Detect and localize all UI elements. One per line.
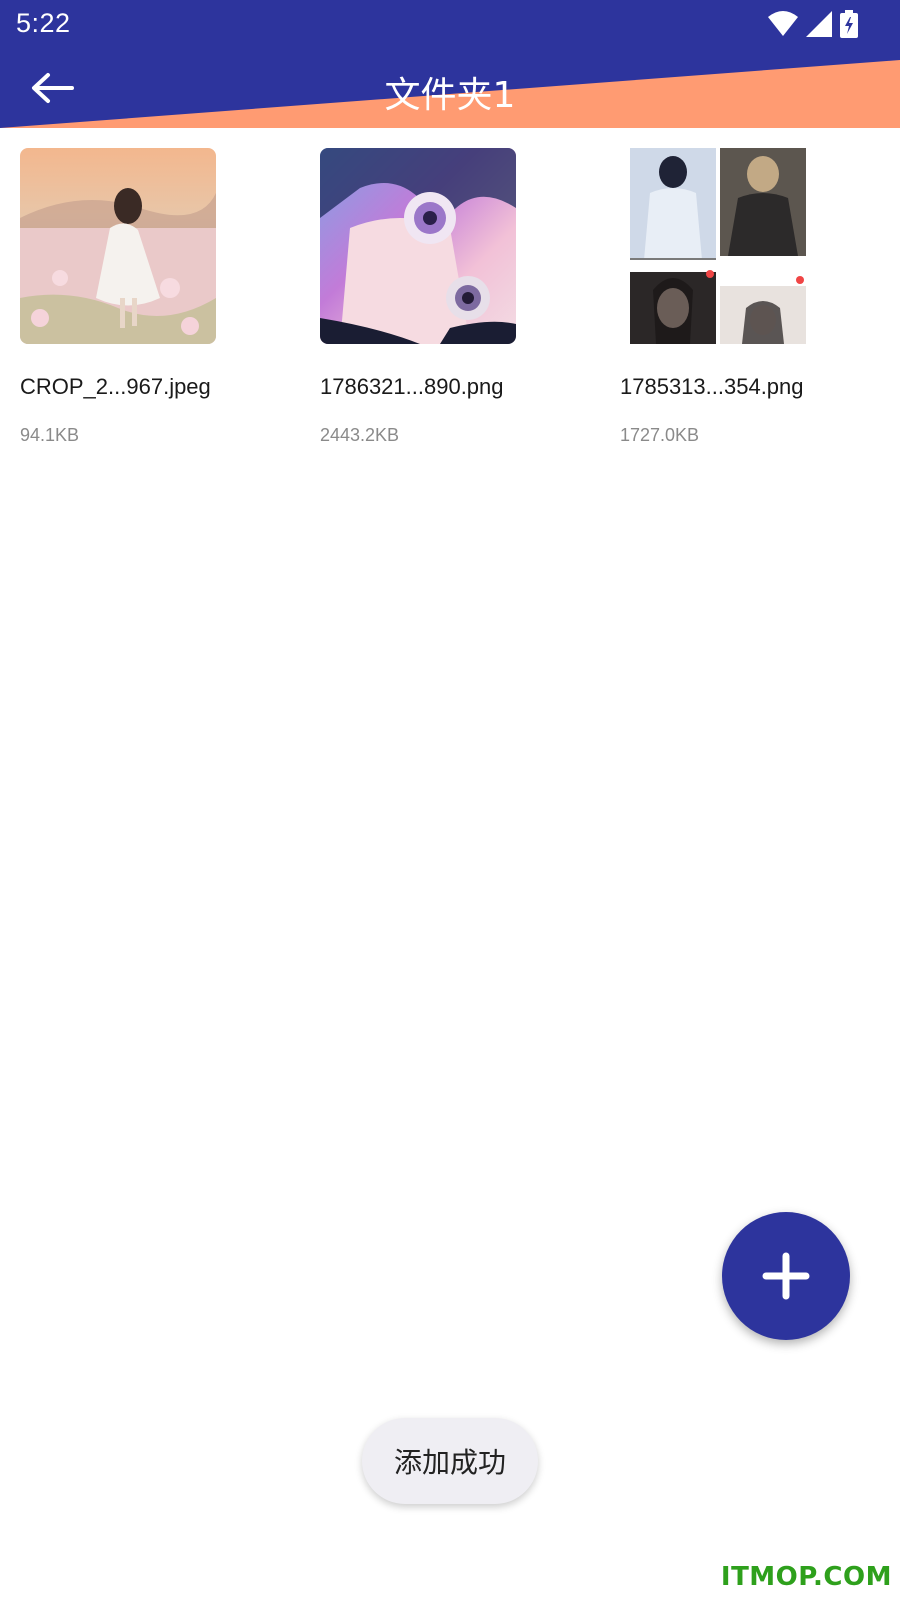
file-size: 1727.0KB: [620, 425, 700, 445]
file-name: CROP_2...967.jpeg: [20, 374, 211, 399]
app-header: 5:22 文件夹1: [0, 0, 900, 128]
file-item[interactable]: 1786321...890.png 2443.2KB: [320, 148, 580, 458]
file-name: 1785313...354.png: [620, 374, 804, 399]
toast-message: 添加成功: [362, 1418, 538, 1504]
status-time: 5:22: [16, 8, 71, 38]
watermark-logo: ITMOP.COM: [720, 1562, 892, 1592]
signal-icon: [806, 11, 832, 37]
thumbnail-image: [20, 148, 216, 344]
file-size: 2443.2KB: [320, 425, 400, 445]
file-item[interactable]: 1785313...354.png 1727.0KB: [620, 148, 880, 458]
status-icons: [768, 10, 858, 38]
wifi-icon: [768, 11, 798, 36]
add-file-button[interactable]: [722, 1212, 850, 1340]
file-item[interactable]: CROP_2...967.jpeg 94.1KB: [20, 148, 280, 458]
file-thumbnail: [20, 148, 216, 344]
file-thumbnail: [320, 148, 516, 344]
file-size: 94.1KB: [20, 425, 80, 445]
thumbnail-image: [620, 148, 816, 344]
battery-charging-icon: [840, 10, 858, 38]
file-thumbnail: [620, 148, 816, 344]
thumbnail-image: [320, 148, 516, 344]
page-title: 文件夹1: [384, 75, 516, 116]
plus-icon: [762, 1252, 810, 1300]
file-name: 1786321...890.png: [320, 374, 504, 399]
